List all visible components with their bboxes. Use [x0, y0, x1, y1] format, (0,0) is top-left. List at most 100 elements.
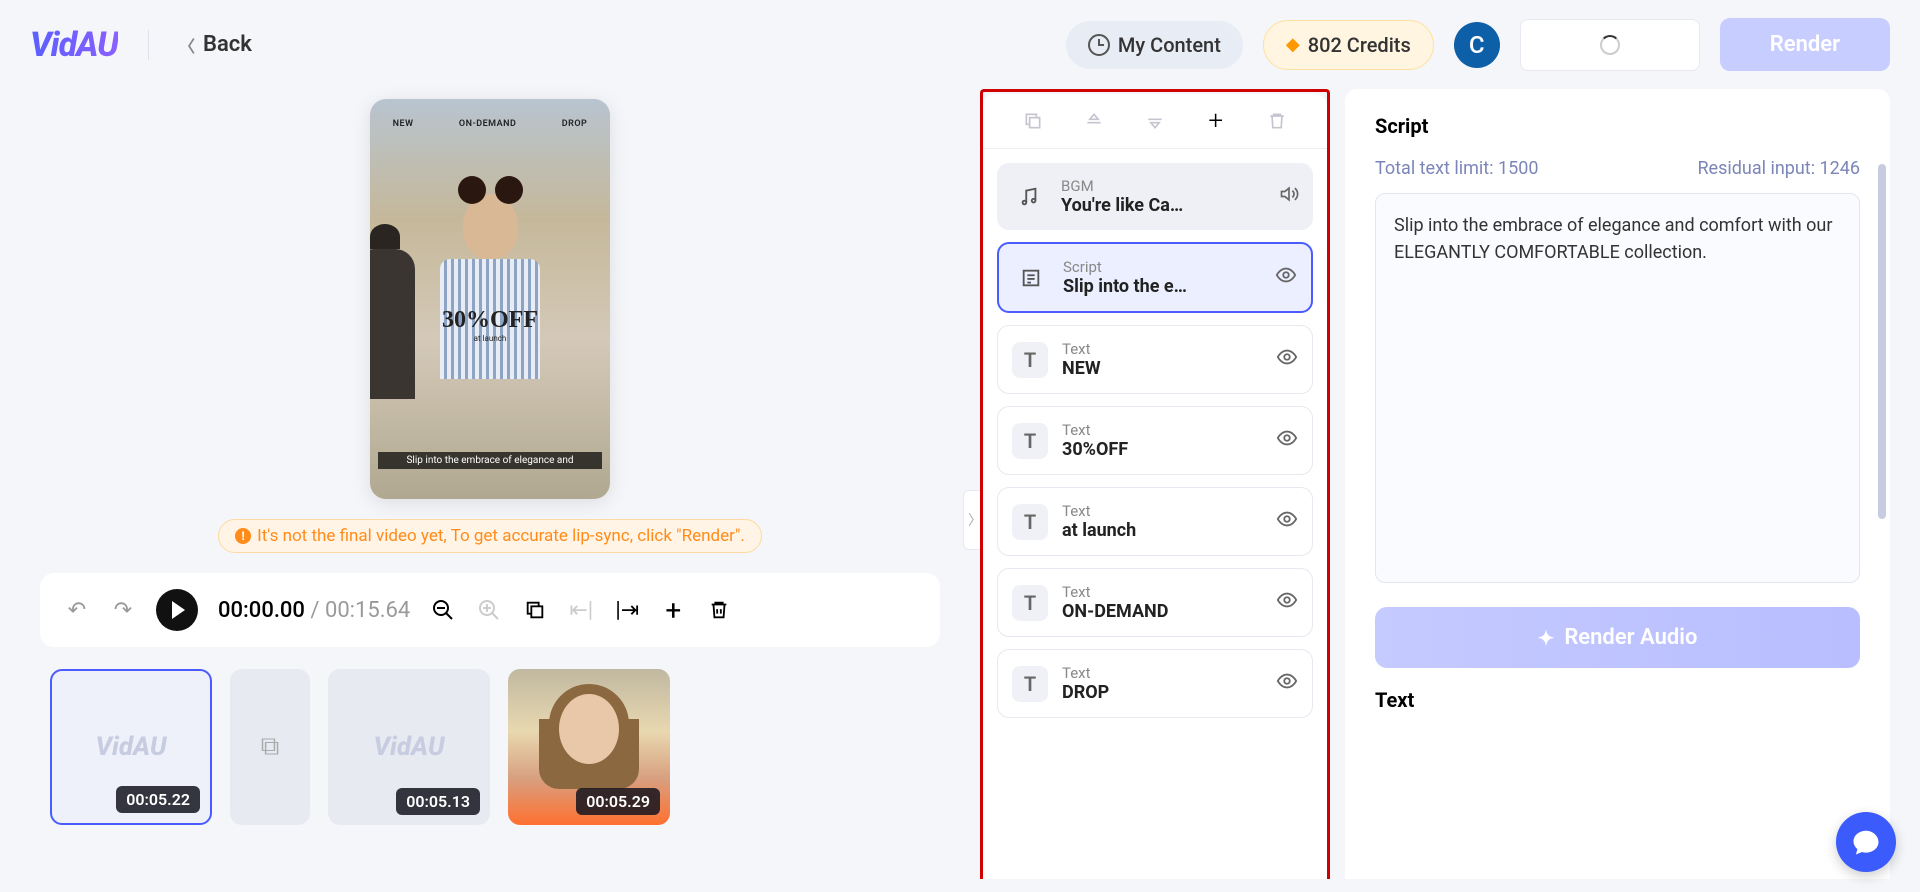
time-total: 00:15.64 — [325, 598, 410, 623]
element-title: Slip into the e… — [1063, 276, 1261, 297]
elements-toolbar: + — [983, 94, 1327, 149]
clips-row: VidAU 00:05.22 ⧉ VidAU 00:05.13 00:05.29 — [40, 669, 940, 825]
divider — [148, 30, 149, 60]
text-section-title: Text — [1375, 688, 1860, 712]
info-icon: ! — [235, 528, 251, 544]
element-item-text[interactable]: TTextON-DEMAND — [997, 568, 1313, 637]
residual-input: Residual input: 1246 — [1697, 158, 1860, 179]
render-button[interactable]: Render — [1720, 18, 1890, 71]
spinner-icon — [1600, 35, 1620, 55]
logo[interactable]: VidAU — [30, 25, 118, 65]
canvas-tag: NEW — [393, 119, 414, 129]
element-type: Text — [1062, 421, 1262, 439]
element-item-script[interactable]: ScriptSlip into the e… — [997, 242, 1313, 313]
visibility-icon[interactable] — [1276, 427, 1298, 454]
chat-fab[interactable] — [1836, 812, 1896, 872]
element-item-bgm[interactable]: BGMYou're like Ca… — [997, 163, 1313, 230]
clip-duration: 00:05.29 — [576, 788, 660, 815]
chevron-left-icon: 〈 — [179, 33, 195, 57]
back-button[interactable]: 〈 Back — [179, 32, 252, 57]
element-text: Textat launch — [1062, 502, 1262, 541]
redo-button[interactable]: ↷ — [110, 597, 136, 623]
zoom-out-button[interactable] — [430, 597, 456, 623]
element-item-text[interactable]: T Text30%OFF — [997, 406, 1313, 475]
play-button[interactable] — [156, 589, 198, 631]
element-type: Text — [1062, 664, 1262, 682]
element-type: Text — [1062, 583, 1262, 601]
element-title: at launch — [1062, 520, 1262, 541]
element-type: Text — [1062, 502, 1262, 520]
element-text: TextDROP — [1062, 664, 1262, 703]
duplicate-element-button[interactable] — [1020, 108, 1046, 134]
element-title: 30%OFF — [1062, 439, 1262, 460]
my-content-label: My Content — [1118, 33, 1221, 57]
script-textarea[interactable] — [1375, 193, 1860, 583]
visibility-icon[interactable] — [1276, 589, 1298, 616]
visibility-icon[interactable] — [1276, 508, 1298, 535]
element-text: TextON-DEMAND — [1062, 583, 1262, 622]
loading-indicator — [1520, 19, 1700, 71]
credits-label: 802 Credits — [1308, 33, 1411, 57]
split-right-button[interactable]: |⇥ — [614, 597, 640, 623]
canvas-offer-sub: at launch — [370, 334, 610, 343]
main: NEW ON-DEMAND DROP 30%OFF at launch Slip… — [0, 89, 1920, 879]
clip-thumb[interactable]: VidAU 00:05.22 — [50, 669, 212, 825]
visibility-icon[interactable] — [1276, 670, 1298, 697]
music-icon — [1011, 179, 1047, 215]
transition-icon: ⧉ — [261, 732, 280, 763]
total-limit: Total text limit: 1500 — [1375, 158, 1538, 179]
text-icon: T — [1012, 504, 1048, 540]
avatar[interactable]: C — [1454, 22, 1500, 68]
add-button[interactable]: + — [660, 597, 686, 623]
delete-button[interactable] — [706, 597, 732, 623]
clip-transition[interactable]: ⧉ — [230, 669, 310, 825]
undo-button[interactable]: ↶ — [64, 597, 90, 623]
clip-duration: 00:05.22 — [116, 786, 200, 813]
clip-thumb[interactable]: VidAU 00:05.13 — [328, 669, 490, 825]
zoom-in-button[interactable] — [476, 597, 502, 623]
watermark: VidAU — [373, 732, 444, 762]
add-element-button[interactable]: + — [1203, 108, 1229, 134]
my-content-button[interactable]: My Content — [1066, 21, 1243, 69]
element-title: You're like Ca… — [1061, 195, 1265, 216]
script-panel: Script Total text limit: 1500 Residual i… — [1345, 89, 1890, 879]
render-audio-button[interactable]: ✦ Render Audio — [1375, 607, 1860, 668]
element-item-text[interactable]: TTextDROP — [997, 649, 1313, 718]
element-type: Script — [1063, 258, 1261, 276]
credits-button[interactable]: ◆ 802 Credits — [1263, 20, 1434, 70]
layer-down-button[interactable] — [1142, 108, 1168, 134]
visibility-icon[interactable] — [1275, 264, 1297, 291]
script-limits: Total text limit: 1500 Residual input: 1… — [1375, 158, 1860, 179]
element-title: NEW — [1062, 358, 1262, 379]
duplicate-button[interactable] — [522, 597, 548, 623]
element-text: Text30%OFF — [1062, 421, 1262, 460]
element-text: BGMYou're like Ca… — [1061, 177, 1265, 216]
render-notice: ! It's not the final video yet, To get a… — [218, 519, 762, 553]
clock-icon — [1088, 34, 1110, 56]
time-current: 00:00.00 — [218, 598, 305, 623]
element-title: DROP — [1062, 682, 1262, 703]
time-display: 00:00.00 / 00:15.64 — [218, 598, 410, 623]
scrollbar[interactable] — [1878, 164, 1886, 519]
text-icon: T — [1012, 423, 1048, 459]
clip-thumb[interactable]: 00:05.29 — [508, 669, 670, 825]
header: VidAU 〈 Back My Content ◆ 802 Credits C … — [0, 0, 1920, 89]
split-left-button[interactable]: ⇤| — [568, 597, 594, 623]
layer-up-button[interactable] — [1081, 108, 1107, 134]
canvas-caption: Slip into the embrace of elegance and — [378, 452, 602, 469]
element-item-text[interactable]: T Textat launch — [997, 487, 1313, 556]
notice-text: It's not the final video yet, To get acc… — [257, 526, 745, 546]
element-type: Text — [1062, 340, 1262, 358]
speaker-icon[interactable] — [1279, 184, 1299, 209]
controls-bar: ↶ ↷ 00:00.00 / 00:15.64 ⇤| |⇥ + — [40, 573, 940, 647]
video-canvas[interactable]: NEW ON-DEMAND DROP 30%OFF at launch Slip… — [370, 99, 610, 499]
clip-duration: 00:05.13 — [396, 788, 480, 815]
element-item-text[interactable]: T TextNEW — [997, 325, 1313, 394]
canvas-tag: DROP — [562, 119, 588, 129]
visibility-icon[interactable] — [1276, 346, 1298, 373]
text-icon: T — [1012, 342, 1048, 378]
canvas-tag: ON-DEMAND — [459, 119, 517, 129]
delete-element-button[interactable] — [1264, 108, 1290, 134]
preview-column: NEW ON-DEMAND DROP 30%OFF at launch Slip… — [0, 89, 980, 879]
elements-panel-highlighted: + BGMYou're like Ca… ScriptSlip into the … — [980, 89, 1330, 879]
